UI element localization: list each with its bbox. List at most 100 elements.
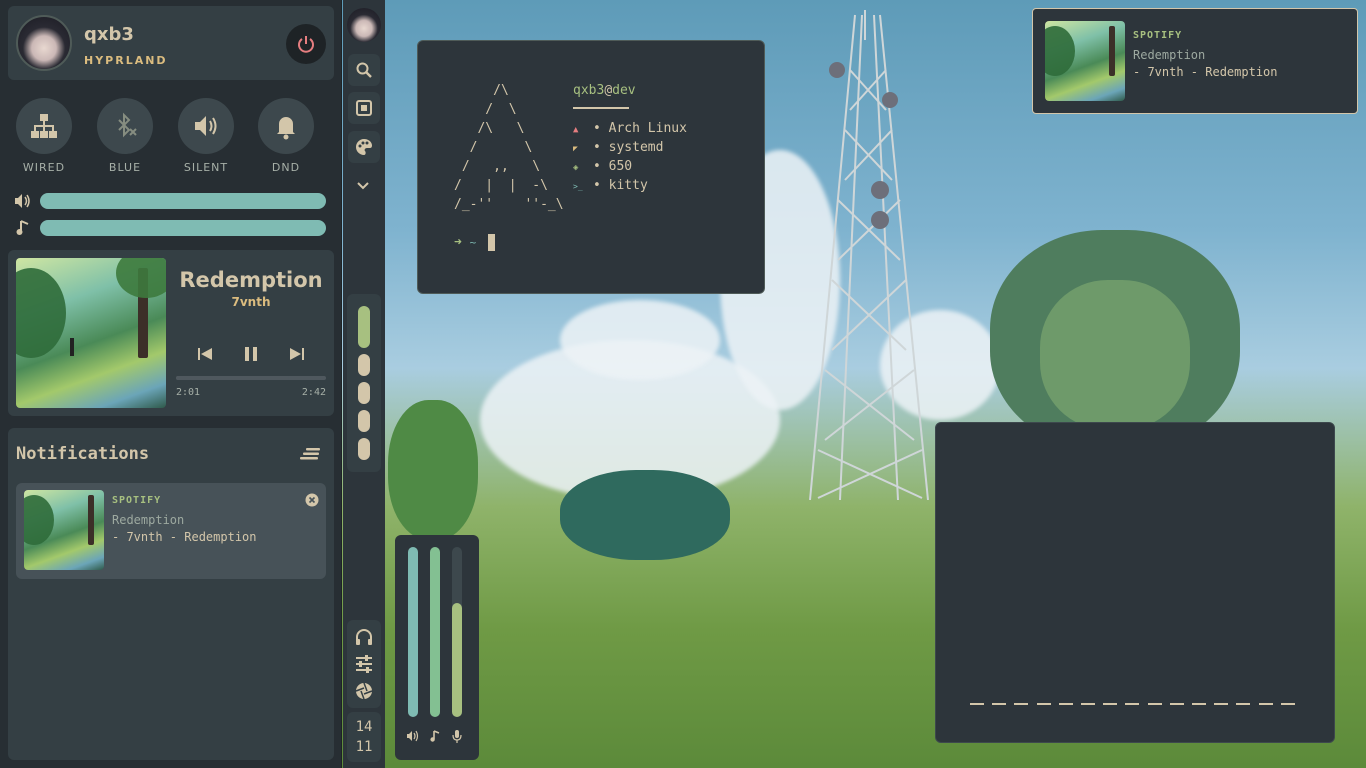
popup-title: Redemption [1133, 48, 1206, 62]
visualizer-bar [1058, 703, 1073, 705]
sliders-icon[interactable] [355, 655, 373, 673]
bell-icon [277, 117, 295, 140]
bluetooth-off-icon [118, 112, 137, 138]
notification-center: Notifications SPOTIFY Redemption - 7vnth… [8, 428, 334, 760]
visualizer-bar [992, 703, 1007, 705]
wm-name: HYPRLAND [84, 54, 168, 67]
visualizer-bar [1236, 703, 1251, 705]
fetch-header: qxb3@dev [573, 83, 636, 98]
fetch-row-packages: ◈ • 650 [573, 159, 633, 174]
bluetooth-label: BLUE [108, 161, 142, 174]
clear-all-icon[interactable] [300, 447, 320, 461]
screenshot-button[interactable] [348, 92, 380, 124]
workspace-1[interactable] [358, 306, 370, 348]
volume-mixer [395, 535, 479, 760]
visualizer-bar [1014, 703, 1029, 705]
prompt-dir: ~ [469, 236, 477, 249]
dock-avatar[interactable] [347, 8, 381, 42]
mic-level-fill [452, 603, 462, 717]
terminal-window[interactable]: /\ / \ /\ \ / \ / ,, \ / | | -\ /_-'' ''… [417, 40, 765, 294]
notification-title: Redemption [112, 513, 185, 527]
next-button[interactable] [286, 343, 308, 365]
visualizer-bar [1169, 703, 1184, 705]
username: qxb3 [84, 24, 134, 45]
workspaces [347, 294, 381, 472]
progress-fill [176, 376, 289, 380]
visualizer-bar [1258, 703, 1273, 705]
palette-icon [356, 138, 372, 155]
dnd-label: DND [271, 161, 301, 174]
music-icon [16, 220, 29, 235]
network-icon [31, 114, 57, 138]
workspace-5[interactable] [358, 438, 370, 460]
fetch-at: @ [604, 83, 613, 98]
pause-icon [245, 347, 257, 361]
wired-label: WIRED [22, 161, 66, 174]
audio-visualizer [935, 422, 1335, 743]
clock-hour: 14 [355, 719, 373, 735]
previous-button[interactable] [194, 343, 216, 365]
notification-item[interactable]: SPOTIFY Redemption - 7vnth - Redemption [16, 483, 326, 579]
workspace-2[interactable] [358, 354, 370, 376]
duration-time: 2:42 [301, 387, 326, 398]
theme-button[interactable] [348, 131, 380, 163]
popup-album-art [1045, 21, 1125, 101]
bluetooth-toggle[interactable] [97, 98, 153, 154]
elapsed-time: 2:01 [176, 387, 201, 398]
music-level-fill [430, 547, 440, 717]
power-button[interactable] [286, 24, 326, 64]
music-level[interactable] [430, 547, 440, 717]
visualizer-bar [970, 703, 984, 705]
workspace-3[interactable] [358, 382, 370, 404]
skip-forward-icon [290, 348, 304, 360]
volume-icon [195, 116, 217, 136]
notification-popup[interactable]: SPOTIFY Redemption - 7vnth - Redemption [1032, 8, 1358, 114]
silent-label: SILENT [183, 161, 229, 174]
workspace-4[interactable] [358, 410, 370, 432]
visualizer-bar [1192, 703, 1206, 705]
search-button[interactable] [348, 54, 380, 86]
init-icon: ◤ [573, 144, 578, 153]
mic-level[interactable] [452, 547, 462, 717]
terminal-icon: >_ [573, 182, 583, 191]
media-player: Redemption 7vnth 2:01 2:42 [8, 250, 334, 416]
close-icon[interactable] [305, 493, 319, 507]
popup-app: SPOTIFY [1133, 30, 1183, 41]
screenshot-icon [356, 100, 372, 116]
control-center: qxb3 HYPRLAND WIRED BLUE SILENT DND Rede… [0, 0, 342, 768]
expand-button[interactable] [356, 176, 372, 190]
chevron-down-icon [357, 182, 369, 190]
clock-minute: 11 [355, 739, 373, 755]
popup-body: - 7vnth - Redemption [1133, 65, 1278, 79]
fetch-user: qxb3 [573, 83, 605, 98]
fetch-row-init: ◤ • systemd [573, 140, 664, 155]
wired-toggle[interactable] [16, 98, 72, 154]
arch-ascii-logo: /\ / \ /\ \ / \ / ,, \ / | | -\ /_-'' ''… [454, 83, 564, 212]
progress-bar[interactable] [176, 376, 326, 380]
dock-bar: 14 11 [343, 0, 385, 768]
headphones-icon[interactable] [355, 628, 373, 646]
speaker-level[interactable] [408, 547, 418, 717]
music-slider[interactable] [40, 220, 326, 236]
track-artist: 7vnth [231, 295, 271, 309]
speaker-icon [407, 730, 419, 742]
tray [347, 620, 381, 708]
cursor [488, 234, 496, 251]
fetch-row-terminal: >_ • kitty [573, 178, 648, 193]
dnd-toggle[interactable] [258, 98, 314, 154]
fetch-underline [573, 107, 629, 109]
silent-toggle[interactable] [178, 98, 234, 154]
aperture-icon[interactable] [355, 682, 373, 700]
volume-icon [15, 194, 30, 208]
fetch-row-os: ▲ • Arch Linux [573, 121, 687, 136]
visualizer-bar [1103, 703, 1118, 705]
visualizer-bar [1214, 703, 1229, 705]
radio-tower [809, 10, 929, 500]
pause-button[interactable] [240, 343, 262, 365]
power-icon [298, 36, 314, 53]
arch-icon: ▲ [573, 125, 579, 135]
volume-slider[interactable] [40, 193, 326, 209]
music-note-icon [430, 730, 440, 742]
avatar[interactable] [16, 15, 72, 71]
speaker-level-fill [408, 547, 418, 717]
